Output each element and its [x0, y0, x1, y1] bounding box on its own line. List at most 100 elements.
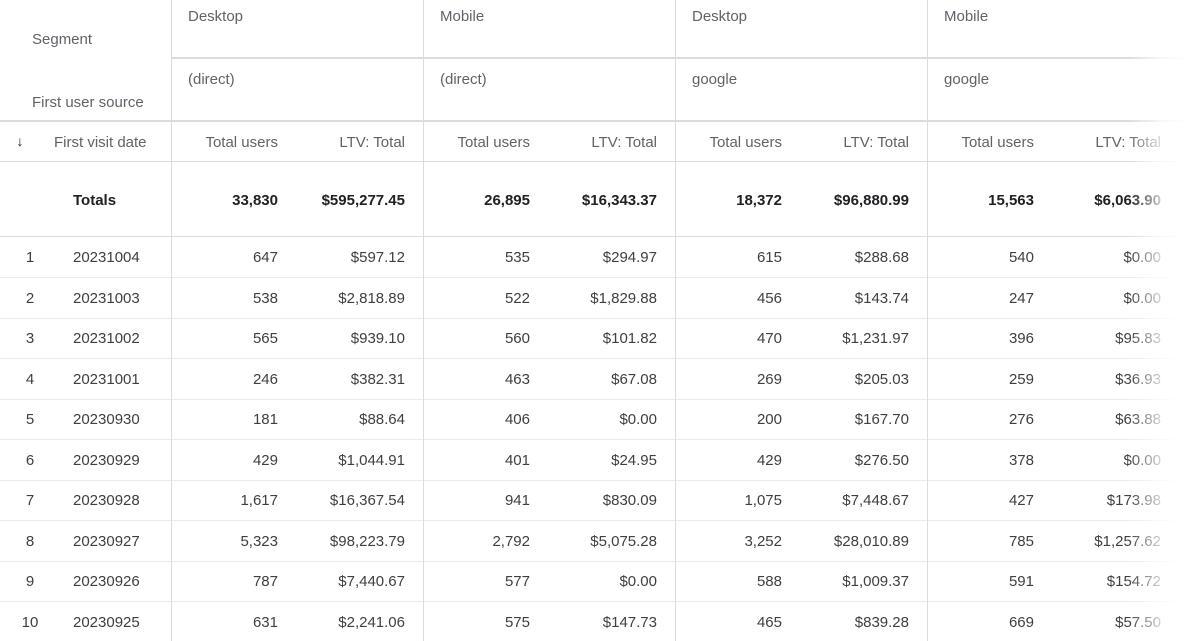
totals-total-users: 18,372 — [736, 192, 782, 209]
cell-total-users: 463 — [504, 371, 530, 388]
exploration-table: Segment First user source ↓ First visit … — [0, 0, 1186, 641]
cell-ltv-total: $0.00 — [1123, 249, 1161, 266]
row-divider — [0, 358, 1186, 359]
cell-total-users: 785 — [1008, 533, 1034, 550]
totals-ltv-total: $16,343.37 — [581, 192, 657, 209]
segment-header-3[interactable]: Mobile — [944, 8, 1166, 26]
row-first-visit-date: 20230927 — [73, 533, 140, 550]
cell-ltv-total: $1,044.91 — [338, 452, 405, 469]
cell-total-users: 591 — [1008, 573, 1034, 590]
row-index: 2 — [25, 290, 35, 307]
cell-total-users: 522 — [504, 290, 530, 307]
totals-divider — [0, 236, 1186, 237]
cell-ltv-total: $16,367.54 — [329, 492, 405, 509]
metric-header-total-users-0[interactable]: Total users — [171, 134, 278, 152]
row-first-visit-date: 20230926 — [73, 573, 140, 590]
cell-ltv-total: $57.50 — [1115, 614, 1161, 631]
cell-total-users: 429 — [252, 452, 278, 469]
row-divider — [0, 439, 1186, 440]
metric-header-ltv-total-3[interactable]: LTV: Total — [1037, 134, 1161, 152]
cell-ltv-total: $1,829.88 — [590, 290, 657, 307]
cell-total-users: 259 — [1008, 371, 1034, 388]
row-first-visit-date: 20230929 — [73, 452, 140, 469]
row-index: 7 — [25, 492, 35, 509]
cell-total-users: 396 — [1008, 330, 1034, 347]
cell-ltv-total: $276.50 — [854, 452, 909, 469]
source-header-2[interactable]: google — [692, 71, 914, 89]
row-index: 3 — [25, 330, 35, 347]
cell-total-users: 647 — [252, 249, 278, 266]
totals-ltv-total: $96,880.99 — [833, 192, 909, 209]
row-divider — [0, 277, 1186, 278]
cell-ltv-total: $0.00 — [1123, 452, 1161, 469]
cell-total-users: 276 — [1008, 411, 1034, 428]
row-first-visit-date: 20230928 — [73, 492, 140, 509]
totals-total-users: 26,895 — [484, 192, 530, 209]
cell-total-users: 565 — [252, 330, 278, 347]
cell-total-users: 669 — [1008, 614, 1034, 631]
cell-ltv-total: $839.28 — [854, 614, 909, 631]
cell-total-users: 247 — [1008, 290, 1034, 307]
cell-ltv-total: $0.00 — [1123, 290, 1161, 307]
cell-ltv-total: $101.82 — [602, 330, 657, 347]
source-header-0[interactable]: (direct) — [188, 71, 410, 89]
cell-ltv-total: $143.74 — [854, 290, 909, 307]
row-divider — [0, 480, 1186, 481]
cell-ltv-total: $1,257.62 — [1094, 533, 1161, 550]
cell-ltv-total: $88.64 — [359, 411, 405, 428]
cell-ltv-total: $7,448.67 — [842, 492, 909, 509]
cell-total-users: 465 — [756, 614, 782, 631]
segment-header-label: Segment — [32, 31, 93, 48]
row-index: 10 — [21, 614, 39, 631]
metric-header-total-users-3[interactable]: Total users — [927, 134, 1034, 152]
cell-ltv-total: $98,223.79 — [329, 533, 405, 550]
totals-total-users: 33,830 — [232, 192, 278, 209]
header-divider-metric — [0, 161, 1186, 162]
cell-total-users: 401 — [504, 452, 530, 469]
cell-ltv-total: $0.00 — [619, 573, 657, 590]
source-header-3[interactable]: google — [944, 71, 1166, 89]
cell-ltv-total: $95.83 — [1115, 330, 1161, 347]
cell-ltv-total: $147.73 — [602, 614, 657, 631]
row-first-visit-date: 20231002 — [73, 330, 140, 347]
cell-total-users: 406 — [504, 411, 530, 428]
metric-header-total-users-2[interactable]: Total users — [675, 134, 782, 152]
first-visit-date-header[interactable]: First visit date — [54, 134, 170, 152]
cell-ltv-total: $173.98 — [1106, 492, 1161, 509]
cell-total-users: 560 — [504, 330, 530, 347]
cell-ltv-total: $63.88 — [1115, 411, 1161, 428]
row-first-visit-date: 20230925 — [73, 614, 140, 631]
header-divider-segment — [171, 57, 1186, 59]
cell-ltv-total: $205.03 — [854, 371, 909, 388]
totals-label: Totals — [73, 192, 117, 209]
metric-header-total-users-1[interactable]: Total users — [423, 134, 530, 152]
cell-total-users: 456 — [756, 290, 782, 307]
segment-header-1[interactable]: Mobile — [440, 8, 662, 26]
cell-total-users: 787 — [252, 573, 278, 590]
header-divider-source — [0, 120, 1186, 122]
metric-header-ltv-total-1[interactable]: LTV: Total — [533, 134, 657, 152]
cell-ltv-total: $154.72 — [1106, 573, 1161, 590]
segment-header-2[interactable]: Desktop — [692, 8, 914, 26]
cell-total-users: 588 — [756, 573, 782, 590]
cell-ltv-total: $36.93 — [1115, 371, 1161, 388]
cell-ltv-total: $5,075.28 — [590, 533, 657, 550]
cell-total-users: 470 — [756, 330, 782, 347]
cell-total-users: 181 — [252, 411, 278, 428]
source-header-1[interactable]: (direct) — [440, 71, 662, 89]
cell-total-users: 5,323 — [240, 533, 278, 550]
cell-total-users: 3,252 — [744, 533, 782, 550]
row-index: 1 — [25, 249, 35, 266]
cell-total-users: 427 — [1008, 492, 1034, 509]
segment-header-0[interactable]: Desktop — [188, 8, 410, 26]
cell-ltv-total: $167.70 — [854, 411, 909, 428]
row-divider — [0, 601, 1186, 602]
totals-total-users: 15,563 — [988, 192, 1034, 209]
cell-ltv-total: $597.12 — [350, 249, 405, 266]
row-first-visit-date: 20230930 — [73, 411, 140, 428]
metric-header-ltv-total-2[interactable]: LTV: Total — [785, 134, 909, 152]
cell-total-users: 200 — [756, 411, 782, 428]
metric-header-ltv-total-0[interactable]: LTV: Total — [281, 134, 405, 152]
arrow-down-icon[interactable]: ↓ — [13, 133, 27, 149]
cell-total-users: 246 — [252, 371, 278, 388]
